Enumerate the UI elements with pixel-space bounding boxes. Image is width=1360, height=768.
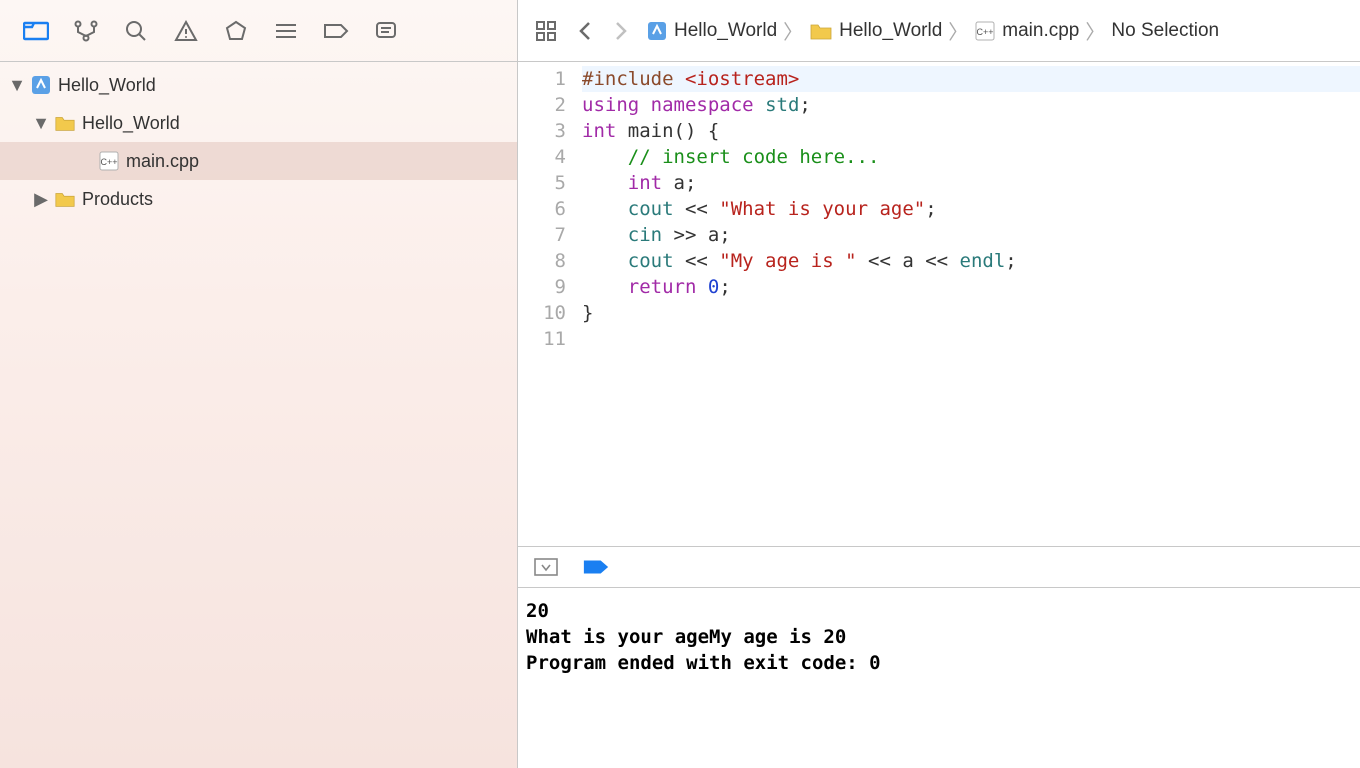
breadcrumb-label: Hello_World	[839, 20, 942, 42]
breakpoint-toggle-icon[interactable]	[582, 553, 610, 581]
breadcrumb-separator-icon: 〉	[948, 16, 968, 45]
code-line[interactable]: int a;	[582, 170, 1360, 196]
related-items-icon[interactable]	[532, 17, 560, 45]
code-editor[interactable]: 1234567891011 #include <iostream>using n…	[518, 62, 1360, 546]
breadcrumb-item[interactable]: Hello_World	[646, 20, 777, 42]
breadcrumb: Hello_World 〉 Hello_World 〉 C++ main.cpp 〉 No S…	[646, 16, 1219, 45]
tree-label: Hello_World	[82, 113, 180, 134]
disclosure-right-icon[interactable]: ▶	[34, 192, 48, 206]
code-line[interactable]: return 0;	[582, 274, 1360, 300]
code-line[interactable]: cout << "What is your age";	[582, 196, 1360, 222]
breadcrumb-item[interactable]: Hello_World	[809, 20, 942, 42]
console-output[interactable]: 20 What is your ageMy age is 20 Program …	[518, 588, 1360, 768]
tree-label: Hello_World	[58, 75, 156, 96]
tree-label: main.cpp	[126, 151, 199, 172]
svg-text:C++: C++	[100, 157, 117, 167]
breadcrumb-label: main.cpp	[1002, 20, 1079, 42]
debug-dropdown-icon[interactable]	[532, 553, 560, 581]
disclosure-down-icon[interactable]: ▼	[10, 78, 24, 92]
breadcrumb-item[interactable]: No Selection	[1111, 20, 1219, 42]
line-gutter: 1234567891011	[518, 62, 576, 546]
project-icon	[30, 74, 52, 96]
folder-icon	[54, 112, 76, 134]
tree-row[interactable]: ▶ Products	[0, 180, 517, 218]
debug-bar	[518, 546, 1360, 588]
cpp-icon: C++	[98, 150, 120, 172]
test-navigator-icon[interactable]	[222, 17, 250, 45]
debug-navigator-icon[interactable]	[272, 17, 300, 45]
cpp-icon: C++	[974, 20, 996, 42]
forward-icon[interactable]	[608, 17, 636, 45]
breadcrumb-label: No Selection	[1111, 20, 1219, 42]
tree-row[interactable]: ▼ Hello_World	[0, 104, 517, 142]
breadcrumb-item[interactable]: C++ main.cpp	[974, 20, 1079, 42]
code-line[interactable]: }	[582, 300, 1360, 326]
disclosure-down-icon[interactable]: ▼	[34, 116, 48, 130]
code-line[interactable]: // insert code here...	[582, 144, 1360, 170]
navigator-tabs	[0, 0, 517, 62]
code-line[interactable]: cin >> a;	[582, 222, 1360, 248]
code-line[interactable]	[582, 326, 1360, 352]
project-icon	[646, 20, 668, 42]
code-line[interactable]: cout << "My age is " << a << endl;	[582, 248, 1360, 274]
main-area: Hello_World 〉 Hello_World 〉 C++ main.cpp 〉 No S…	[518, 0, 1360, 768]
svg-text:C++: C++	[977, 27, 994, 37]
breadcrumb-separator-icon: 〉	[1085, 16, 1105, 45]
search-navigator-icon[interactable]	[122, 17, 150, 45]
breadcrumb-label: Hello_World	[674, 20, 777, 42]
issues-navigator-icon[interactable]	[172, 17, 200, 45]
report-navigator-icon[interactable]	[372, 17, 400, 45]
navigator-sidebar: ▼ Hello_World ▼ Hello_World C++ main.cpp ▶ Prod…	[0, 0, 518, 768]
project-navigator-icon[interactable]	[22, 17, 50, 45]
code-line[interactable]: using namespace std;	[582, 92, 1360, 118]
folder-icon	[809, 21, 833, 41]
editor-toolbar: Hello_World 〉 Hello_World 〉 C++ main.cpp 〉 No S…	[518, 0, 1360, 62]
breadcrumb-separator-icon: 〉	[783, 16, 803, 45]
breakpoint-navigator-icon[interactable]	[322, 17, 350, 45]
tree-row[interactable]: C++ main.cpp	[0, 142, 517, 180]
code-line[interactable]: #include <iostream>	[582, 66, 1360, 92]
back-icon[interactable]	[570, 17, 598, 45]
source-control-navigator-icon[interactable]	[72, 17, 100, 45]
tree-label: Products	[82, 189, 153, 210]
code-line[interactable]: int main() {	[582, 118, 1360, 144]
folder-icon	[54, 188, 76, 210]
tree-row[interactable]: ▼ Hello_World	[0, 66, 517, 104]
code-area[interactable]: #include <iostream>using namespace std;i…	[576, 62, 1360, 546]
project-tree: ▼ Hello_World ▼ Hello_World C++ main.cpp ▶ Prod…	[0, 62, 517, 218]
